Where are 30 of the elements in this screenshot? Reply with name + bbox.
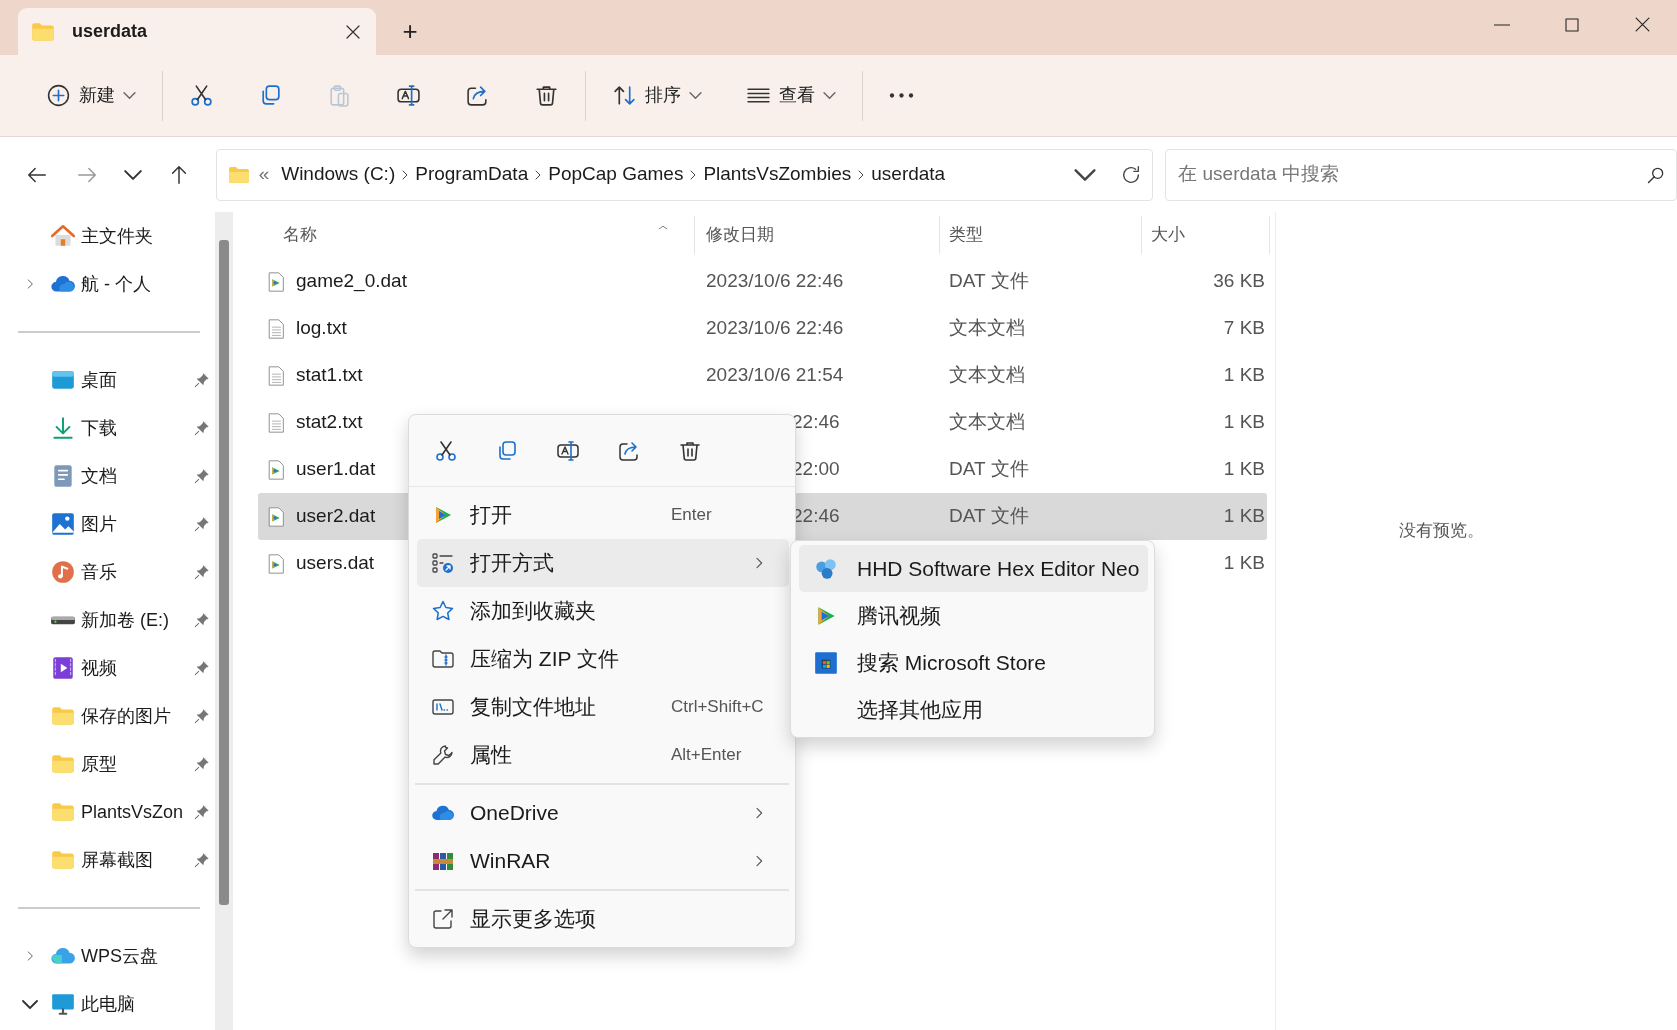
date-cell: 2023/10/6 22:46: [706, 270, 844, 292]
column-header: 名称: [283, 224, 317, 247]
date-cell: 2023/10/6 21:54: [706, 364, 844, 386]
file-name: stat2.txt: [296, 410, 363, 435]
type-cell: DAT 文件: [949, 458, 1029, 480]
type-cell: 文本文档: [949, 411, 1025, 433]
file-name: log.txt: [296, 316, 347, 341]
file-name: game2_0.dat: [296, 269, 407, 294]
column-header: 修改日期: [706, 224, 774, 247]
file-name: users.dat: [296, 551, 375, 576]
type-cell: DAT 文件: [949, 505, 1029, 527]
column-header: 大小: [1151, 224, 1185, 247]
size-cell: 7 KB: [1223, 317, 1265, 339]
size-cell: 1 KB: [1223, 552, 1265, 574]
date-cell: 22:46: [792, 411, 840, 433]
date-cell: 2023/10/6 22:46: [706, 317, 844, 339]
preview-message: 没有预览。: [1399, 520, 1484, 543]
file-name: stat1.txt: [296, 363, 363, 388]
type-cell: 文本文档: [949, 317, 1025, 339]
size-cell: 1 KB: [1223, 364, 1265, 386]
size-cell: 36 KB: [1213, 270, 1265, 292]
size-cell: 1 KB: [1223, 411, 1265, 433]
column-header: 类型: [949, 224, 983, 247]
type-cell: DAT 文件: [949, 270, 1029, 292]
file-name: user2.dat: [296, 504, 376, 529]
size-cell: 1 KB: [1223, 458, 1265, 480]
overflow-marker: «: [258, 162, 270, 187]
type-cell: 文本文档: [949, 364, 1025, 386]
file-name: user1.dat: [296, 457, 376, 482]
size-cell: 1 KB: [1223, 505, 1265, 527]
